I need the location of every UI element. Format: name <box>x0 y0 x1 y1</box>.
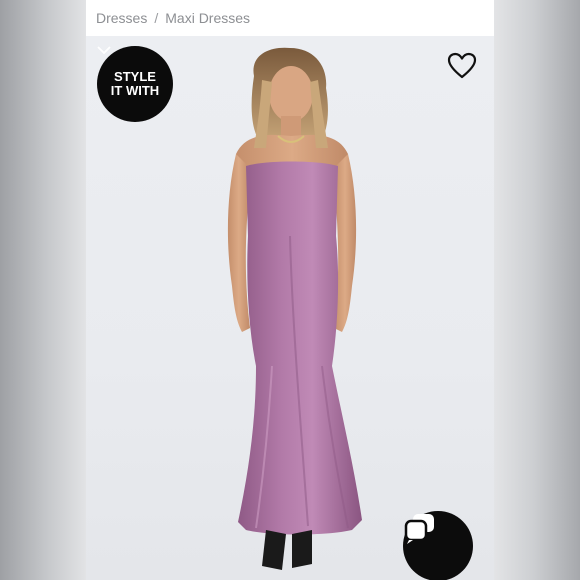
chat-button[interactable] <box>403 511 473 580</box>
breadcrumb-separator: / <box>154 10 159 26</box>
style-it-with-line1: STYLE <box>114 68 156 84</box>
product-page: Dresses / Maxi Dresses STYLE IT WITH <box>86 0 494 580</box>
product-image[interactable]: STYLE IT WITH <box>86 36 494 580</box>
breadcrumb-dresses[interactable]: Dresses <box>96 10 147 26</box>
left-backdrop <box>0 0 86 580</box>
breadcrumb-maxi-dresses[interactable]: Maxi Dresses <box>165 10 250 26</box>
style-it-with-line2: IT WITH <box>110 82 160 98</box>
style-it-with-button[interactable]: STYLE IT WITH <box>97 46 173 122</box>
breadcrumb: Dresses / Maxi Dresses <box>86 0 494 36</box>
wishlist-heart-icon[interactable] <box>447 52 477 80</box>
right-backdrop <box>494 0 580 580</box>
